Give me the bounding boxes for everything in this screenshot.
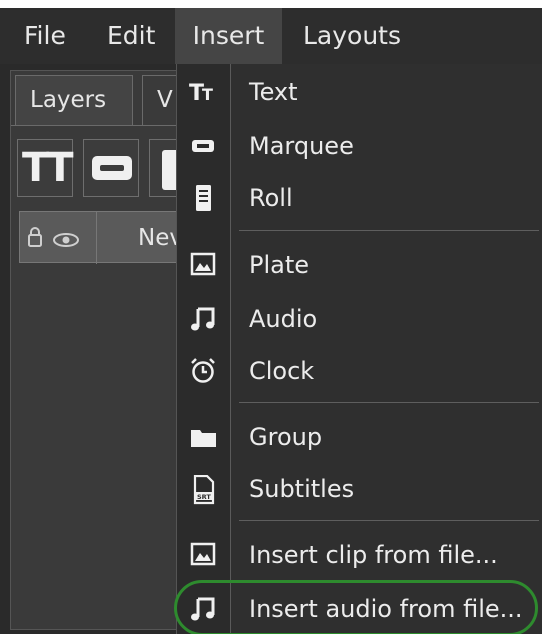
app-window: File Edit Insert Layouts Layers V TT Nev…	[0, 0, 542, 634]
layer-list-header: Nev	[19, 211, 183, 264]
alarm-clock-icon	[189, 357, 219, 385]
menu-item-label: Group	[249, 423, 323, 451]
menu-separator	[239, 230, 539, 231]
menu-item-label: Marquee	[249, 132, 354, 160]
tab-layers[interactable]: Layers	[15, 75, 133, 125]
menu-item-label: Subtitles	[249, 475, 355, 503]
tab-divider	[11, 125, 186, 126]
menu-bar: File Edit Insert Layouts	[0, 8, 542, 64]
lock-icon	[28, 227, 79, 247]
menu-item-clock[interactable]: Clock	[177, 346, 542, 396]
marquee-icon	[189, 132, 219, 160]
svg-text:T: T	[202, 85, 213, 104]
menu-item-label: Audio	[249, 305, 318, 333]
menu-item-group[interactable]: Group	[177, 412, 542, 462]
menu-item-insert-clip[interactable]: Insert clip from file...	[177, 530, 542, 580]
image-icon	[189, 541, 219, 569]
menu-file[interactable]: File	[24, 8, 66, 64]
menu-item-plate[interactable]: Plate	[177, 240, 542, 290]
insert-menu: T T Text Marquee Roll Plate Audio Clock …	[176, 64, 542, 634]
marquee-tool-button[interactable]	[83, 139, 139, 197]
menu-separator	[239, 402, 539, 403]
menu-item-label: Plate	[249, 251, 310, 279]
menu-item-label: Text	[249, 78, 298, 106]
menu-insert[interactable]: Insert	[175, 8, 282, 64]
text-tool-button[interactable]: TT	[17, 139, 73, 197]
svg-text:SRT: SRT	[197, 493, 211, 501]
lock-eye-icons[interactable]	[26, 226, 86, 250]
music-note-icon	[189, 305, 219, 333]
menu-item-label: Clock	[249, 357, 315, 385]
image-icon	[189, 251, 219, 279]
menu-item-label: Insert clip from file...	[249, 541, 498, 569]
text-tool-icon: TT	[22, 145, 73, 191]
menu-item-roll[interactable]: Roll	[177, 173, 542, 223]
roll-icon	[189, 184, 219, 212]
menu-item-label: Roll	[249, 184, 293, 212]
menu-separator	[239, 520, 539, 521]
text-icon: T T	[189, 78, 219, 106]
menu-item-subtitles[interactable]: SRT Subtitles	[177, 464, 542, 514]
menu-item-audio[interactable]: Audio	[177, 294, 542, 344]
folder-icon	[189, 423, 219, 451]
marquee-tool-icon	[92, 156, 132, 180]
menu-item-marquee[interactable]: Marquee	[177, 121, 542, 171]
layers-panel: Layers V TT Nev	[10, 70, 205, 630]
subtitle-file-icon: SRT	[189, 475, 219, 505]
menu-layouts[interactable]: Layouts	[303, 8, 401, 64]
menu-item-text[interactable]: T T Text	[177, 67, 542, 117]
menu-edit[interactable]: Edit	[107, 8, 155, 64]
header-divider	[96, 212, 97, 264]
highlight-annotation	[174, 580, 538, 634]
